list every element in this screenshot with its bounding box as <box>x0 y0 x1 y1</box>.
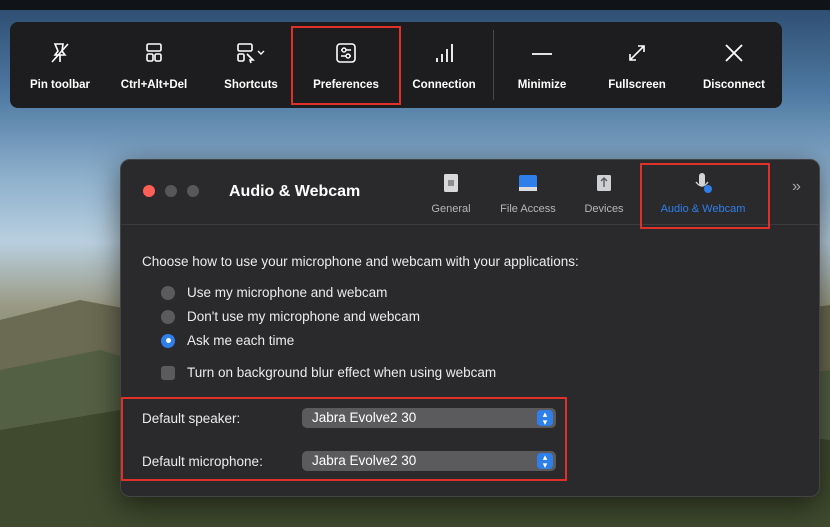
toolbar-divider <box>493 30 494 100</box>
minimize-window-button[interactable] <box>165 185 177 197</box>
pin-toolbar-button[interactable]: Pin toolbar <box>24 22 96 108</box>
fullscreen-label: Fullscreen <box>608 79 666 91</box>
blur-option[interactable]: Turn on background blur effect when usin… <box>161 365 496 380</box>
preferences-highlight-box <box>291 26 401 105</box>
prompt-text: Choose how to use your microphone and we… <box>142 254 579 269</box>
shortcuts-icon <box>236 40 266 66</box>
option-label: Don't use my microphone and webcam <box>187 309 420 324</box>
keyboard-keys-icon <box>139 40 169 66</box>
shortcuts-button[interactable]: Shortcuts <box>213 22 289 108</box>
pin-off-icon <box>45 40 75 66</box>
tab-devices-label: Devices <box>584 203 624 215</box>
minus-icon <box>527 40 557 66</box>
folder-icon <box>519 175 537 191</box>
option-ask-each-time[interactable]: Ask me each time <box>161 333 294 348</box>
zoom-window-button[interactable] <box>187 185 199 197</box>
window-titlebar: Audio & Webcam General File Access Devic… <box>121 160 819 229</box>
signal-bars-icon <box>429 40 459 66</box>
device-selection-highlight-box <box>121 397 567 481</box>
disconnect-button[interactable]: Disconnect <box>692 22 776 108</box>
radio-ask-each-time[interactable] <box>161 333 175 348</box>
audio-webcam-tab-highlight-box <box>640 163 770 229</box>
connection-button[interactable]: Connection <box>406 22 482 108</box>
more-tabs-chevron-icon[interactable]: » <box>792 178 801 196</box>
connection-label: Connection <box>412 79 476 91</box>
close-window-button[interactable] <box>143 185 155 197</box>
preferences-window: Audio & Webcam General File Access Devic… <box>120 159 820 497</box>
tab-file-access[interactable]: File Access <box>489 172 567 215</box>
option-label: Ask me each time <box>187 333 295 348</box>
expand-arrows-icon <box>622 40 652 66</box>
radio-dont-use-mic-webcam[interactable] <box>161 309 175 324</box>
minimize-label: Minimize <box>517 79 567 91</box>
tab-file-access-label: File Access <box>500 203 556 215</box>
general-icon <box>444 174 458 192</box>
remote-toolbar: Pin toolbar Ctrl+Alt+Del Shortcuts Prefe… <box>10 22 782 108</box>
window-title: Audio & Webcam <box>229 183 361 200</box>
tab-devices[interactable]: Devices <box>575 172 633 215</box>
option-label: Use my microphone and webcam <box>187 285 388 300</box>
ctrl-alt-del-label: Ctrl+Alt+Del <box>120 79 188 91</box>
tab-general[interactable]: General <box>421 172 481 215</box>
top-bar <box>0 0 830 10</box>
radio-use-mic-webcam[interactable] <box>161 285 175 300</box>
option-dont-use-mic-webcam[interactable]: Don't use my microphone and webcam <box>161 309 420 324</box>
fullscreen-button[interactable]: Fullscreen <box>594 22 680 108</box>
minimize-button[interactable]: Minimize <box>505 22 579 108</box>
usb-icon <box>597 175 611 191</box>
ctrl-alt-del-button[interactable]: Ctrl+Alt+Del <box>114 22 194 108</box>
blur-label: Turn on background blur effect when usin… <box>187 365 497 380</box>
close-x-icon <box>719 40 749 66</box>
disconnect-label: Disconnect <box>703 79 765 91</box>
pin-toolbar-label: Pin toolbar <box>29 79 91 91</box>
blur-checkbox[interactable] <box>161 365 175 380</box>
tab-general-label: General <box>431 203 471 215</box>
shortcuts-label: Shortcuts <box>224 79 278 91</box>
option-use-mic-webcam[interactable]: Use my microphone and webcam <box>161 285 387 300</box>
